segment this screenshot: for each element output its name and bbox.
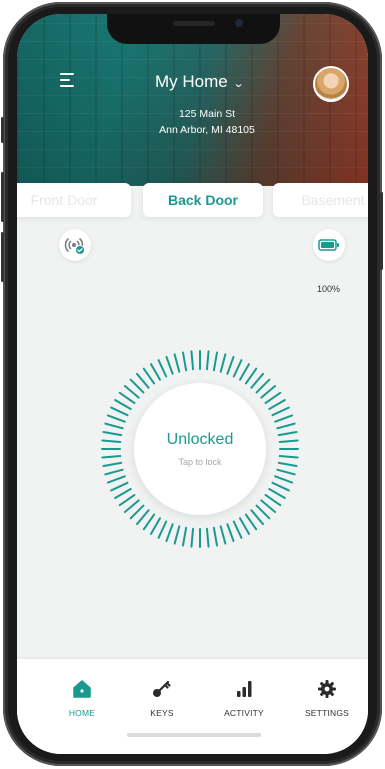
chevron-down-icon: ⌄ [232,78,245,90]
door-tab-basement[interactable]: Basement [273,183,368,217]
home-name: My Home [155,72,228,91]
menu-icon[interactable] [60,72,80,88]
volume-up-button [1,172,4,222]
mute-switch [1,117,4,143]
power-button [380,192,383,270]
app-screen: My Home ⌄ 125 Main St Ann Arbor, MI 4810… [17,14,368,754]
user-avatar[interactable] [313,66,349,102]
address-line-2: Ann Arbor, MI 48105 [159,124,255,136]
door-tab-front[interactable]: Front Door [17,183,131,217]
notch [107,14,280,44]
door-tab-back[interactable]: Back Door [143,183,263,217]
home-selector[interactable]: My Home ⌄ [155,72,245,92]
volume-down-button [1,232,4,282]
address-line-1: 125 Main St [178,108,236,120]
